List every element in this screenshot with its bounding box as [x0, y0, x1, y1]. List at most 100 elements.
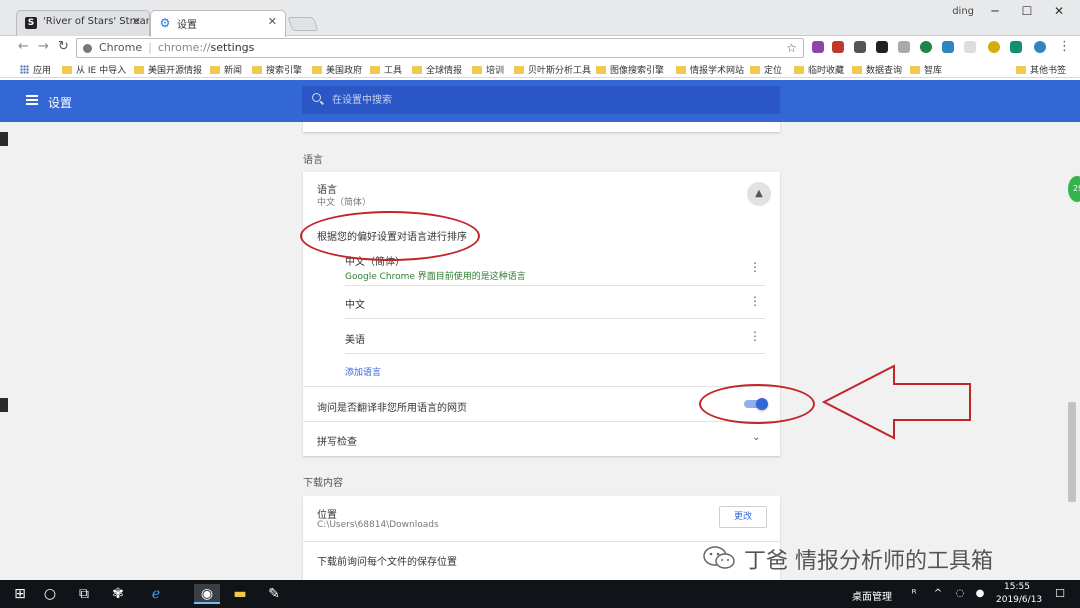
search-icon[interactable]: ○ [40, 584, 60, 604]
bookmark-item[interactable]: 定位 [750, 63, 782, 76]
download-location-label: 位置 [317, 510, 337, 521]
window-edge-mark [0, 398, 8, 412]
folder-icon [370, 66, 380, 74]
bookmark-item[interactable]: 情报学术网站 [676, 63, 744, 76]
tab-settings[interactable]: ⚙ 设置 ✕ [150, 10, 286, 37]
change-location-button[interactable]: 更改 [719, 506, 767, 528]
chrome-icon[interactable]: ◉ [194, 584, 220, 604]
notification-icon[interactable]: ☐ [1050, 584, 1070, 604]
chevron-up-icon[interactable]: ^ [928, 584, 948, 604]
back-icon[interactable]: ← [18, 39, 29, 54]
settings-header: 设置 [0, 80, 1080, 122]
extension-icon[interactable] [832, 41, 844, 53]
folder-icon [750, 66, 760, 74]
hamburger-menu-icon[interactable] [26, 95, 38, 105]
folder-icon [910, 66, 920, 74]
folder-icon [312, 66, 322, 74]
ask-save-location-label: 下载前询问每个文件的保存位置 [317, 557, 457, 568]
paint-icon[interactable]: ✎ [264, 584, 284, 604]
address-bar[interactable]: Chrome | chrome://settings ☆ [76, 38, 804, 58]
bookmark-item[interactable]: 数据查询 [852, 63, 902, 76]
extension-icon[interactable] [964, 41, 976, 53]
language-item-name: 中文 [345, 300, 365, 311]
bookmarks-bar: 应用 从 IE 中导入 美国开源情报 新闻 搜索引擎 美国政府 工具 全球情报 … [0, 60, 1080, 78]
add-language-link[interactable]: 添加语言 [345, 365, 381, 378]
edge-icon[interactable]: ℯ [146, 584, 166, 604]
new-tab-button[interactable] [287, 17, 319, 31]
more-options-icon[interactable]: ⋮ [749, 260, 761, 274]
search-icon [312, 93, 321, 102]
network-icon[interactable]: ◌ [950, 584, 970, 604]
folder-icon [210, 66, 220, 74]
minimize-button[interactable]: ─ [980, 4, 1010, 18]
ui-language-note: Google Chrome 界面目前使用的是这种语言 [345, 272, 526, 282]
chevron-up-icon[interactable]: ▲ [747, 182, 771, 206]
tab-title: 设置 [177, 20, 197, 31]
bookmark-item[interactable]: 美国政府 [312, 63, 362, 76]
bookmark-item[interactable]: 工具 [370, 63, 402, 76]
folder-icon [252, 66, 262, 74]
spell-check-label[interactable]: 拼写检查 [317, 433, 357, 448]
page-title: 设置 [48, 96, 73, 110]
bookmark-item[interactable]: 培训 [472, 63, 504, 76]
tab-strip: S 'River of Stars' Streami ✕ ⚙ 设置 ✕ ding… [0, 0, 1080, 37]
bookmark-star-icon[interactable]: ☆ [786, 39, 797, 57]
close-icon[interactable]: ✕ [132, 15, 141, 28]
bookmark-item[interactable]: 新闻 [210, 63, 242, 76]
forward-icon[interactable]: → [38, 39, 49, 54]
app-icon[interactable]: ✾ [108, 584, 128, 604]
extension-icon[interactable] [920, 41, 932, 53]
people-icon[interactable]: ᴿ [904, 584, 924, 604]
scrollbar-thumb[interactable] [1068, 402, 1076, 502]
extension-icon[interactable] [854, 41, 866, 53]
close-window-button[interactable]: ✕ [1044, 4, 1074, 18]
bookmark-item[interactable]: 智库 [910, 63, 942, 76]
site-info-icon[interactable] [83, 44, 92, 53]
folder-icon [134, 66, 144, 74]
address-origin: Chrome [99, 41, 143, 54]
extension-icon[interactable] [988, 41, 1000, 53]
desktop-manager-label[interactable]: 桌面管理 [852, 588, 892, 603]
profile-name[interactable]: ding [952, 6, 974, 17]
folder-icon [472, 66, 482, 74]
tab-river-of-stars[interactable]: S 'River of Stars' Streami ✕ [16, 10, 150, 36]
bookmark-item[interactable]: 从 IE 中导入 [62, 63, 126, 76]
extension-icon[interactable] [1034, 41, 1046, 53]
bookmark-item[interactable]: 搜索引擎 [252, 63, 302, 76]
bookmark-item[interactable]: 图像搜索引擎 [596, 63, 664, 76]
bookmark-apps[interactable]: 应用 [20, 63, 51, 76]
chevron-down-icon[interactable]: ⌄ [752, 432, 760, 443]
bookmark-item[interactable]: 贝叶斯分析工具 [514, 63, 591, 76]
language-row-title: 语言 [317, 185, 337, 196]
chrome-menu-icon[interactable]: ⋮ [1058, 39, 1071, 54]
folder-icon [62, 66, 72, 74]
more-options-icon[interactable]: ⋮ [749, 294, 761, 308]
status-icon[interactable]: ● [970, 584, 990, 604]
extension-icon[interactable] [942, 41, 954, 53]
folder-icon [794, 66, 804, 74]
gear-icon: ⚙ [159, 16, 171, 30]
more-options-icon[interactable]: ⋮ [749, 329, 761, 343]
search-input[interactable] [332, 90, 752, 110]
settings-content: 语言 语言 中文（简体） ▲ 根据您的偏好设置对语言进行排序 中文（简体） Go… [0, 122, 1080, 580]
bookmark-item[interactable]: 美国开源情报 [134, 63, 202, 76]
bookmark-other[interactable]: 其他书签 [1016, 63, 1066, 76]
bookmark-item[interactable]: 临时收藏 [794, 63, 844, 76]
extension-icon[interactable] [876, 41, 888, 53]
close-icon[interactable]: ✕ [268, 15, 277, 28]
folder-icon [852, 66, 862, 74]
maximize-button[interactable]: ☐ [1012, 4, 1042, 18]
extension-icon[interactable] [812, 41, 824, 53]
bookmark-item[interactable]: 全球情报 [412, 63, 462, 76]
extension-icon[interactable] [1010, 41, 1022, 53]
extension-icon[interactable] [898, 41, 910, 53]
folder-icon [514, 66, 524, 74]
windows-start-icon[interactable]: ⊞ [10, 584, 30, 604]
file-explorer-icon[interactable]: ▬ [230, 584, 250, 604]
settings-search[interactable] [302, 86, 780, 114]
browser-toolbar: ← → ↻ Chrome | chrome://settings ☆ ⋮ [0, 36, 1080, 60]
reload-icon[interactable]: ↻ [58, 39, 69, 54]
apps-icon [20, 65, 29, 74]
annotation-ellipse [300, 211, 480, 261]
task-view-icon[interactable]: ⧉ [74, 584, 94, 604]
